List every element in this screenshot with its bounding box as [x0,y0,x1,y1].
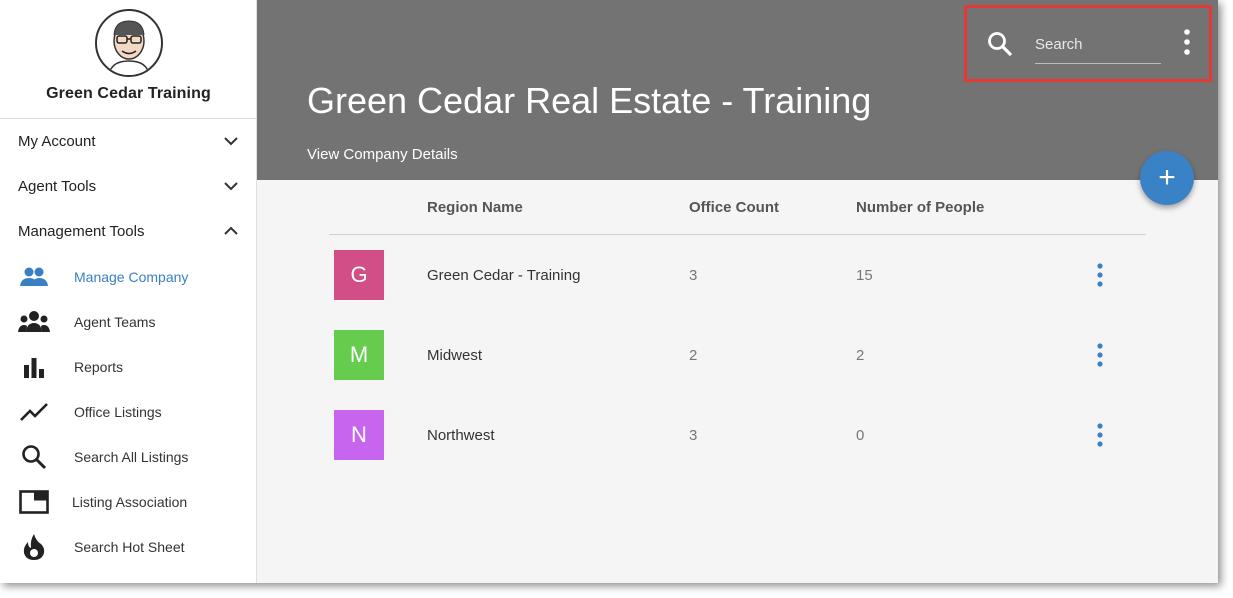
menu-label: Agent Tools [18,178,97,195]
more-vert-icon[interactable] [1181,28,1193,56]
page-title: Green Cedar Real Estate - Training [307,80,872,121]
chevron-down-icon [224,137,238,146]
profile-name: Green Cedar Training [46,85,211,102]
region-name: Northwest [427,427,495,444]
office-count: 3 [689,427,698,444]
avatar[interactable] [95,9,163,77]
sidebar-item-search-all-listings[interactable]: Search All Listings [0,434,257,479]
sidebar-item-label: Reports [74,358,124,375]
sidebar-item-label: Agent Teams [74,313,156,330]
menu-label: My Account [18,133,96,150]
more-vert-icon[interactable] [1094,342,1106,368]
people-count: 15 [856,267,873,284]
column-header-number-of-people[interactable]: Number of People [856,199,984,216]
search-icon [18,443,50,471]
table-row[interactable]: N Northwest 3 0 [329,395,1146,475]
window-icon [18,488,50,516]
menu-management-tools[interactable]: Management Tools [0,209,257,254]
sidebar-item-office-listings[interactable]: Office Listings [0,389,257,434]
sidebar-item-label: Listing Association [72,493,188,510]
people-icon [18,263,50,291]
profile-section: Green Cedar Training [0,0,256,119]
sidebar-item-listing-association[interactable]: Listing Association [0,479,257,524]
sidebar-item-reports[interactable]: Reports [0,344,257,389]
sidebar: Green Cedar Training My Account Agent To… [0,0,257,583]
sidebar-item-label: Office Listings [74,403,162,420]
chevron-up-icon [224,226,238,235]
table-row[interactable]: G Green Cedar - Training 3 15 [329,235,1146,315]
sidebar-item-label: Search All Listings [74,448,189,465]
more-vert-icon[interactable] [1094,422,1106,448]
table-row[interactable]: M Midwest 2 2 [329,315,1146,395]
sidebar-item-manage-company[interactable]: Manage Company [0,254,257,299]
chevron-down-icon [224,182,238,191]
bar-chart-icon [18,353,50,381]
sidebar-item-label: Manage Company [74,268,189,285]
office-count: 3 [689,267,698,284]
region-name: Midwest [427,347,483,364]
view-company-details-link[interactable]: View Company Details [307,146,458,163]
search-input[interactable] [1035,26,1161,64]
search-area-highlight [964,5,1212,82]
region-initial-badge: M [334,330,384,380]
menu-my-account[interactable]: My Account [0,119,257,164]
trend-line-icon [18,398,50,426]
sidebar-item-label: Search Hot Sheet [74,538,185,555]
people-count: 2 [856,347,865,364]
region-initial-badge: N [334,410,384,460]
team-icon [18,308,50,336]
column-header-office-count[interactable]: Office Count [689,199,779,216]
sidebar-item-search-hot-sheet[interactable]: Search Hot Sheet [0,524,257,569]
flame-icon [18,533,50,561]
sidebar-item-agent-teams[interactable]: Agent Teams [0,299,257,344]
add-region-button[interactable]: + [1140,151,1194,205]
office-count: 2 [689,347,698,364]
app-window: Green Cedar Training My Account Agent To… [0,0,1218,583]
region-initial-badge: G [334,250,384,300]
plus-icon: + [1158,161,1176,194]
people-count: 0 [856,427,865,444]
menu-agent-tools[interactable]: Agent Tools [0,164,257,209]
column-header-region-name[interactable]: Region Name [427,199,523,216]
region-name: Green Cedar - Training [427,267,581,284]
search-icon[interactable] [986,30,1014,58]
page-header: Green Cedar Real Estate - Training View … [257,0,1218,180]
more-vert-icon[interactable] [1094,262,1106,288]
menu-label: Management Tools [18,223,145,240]
